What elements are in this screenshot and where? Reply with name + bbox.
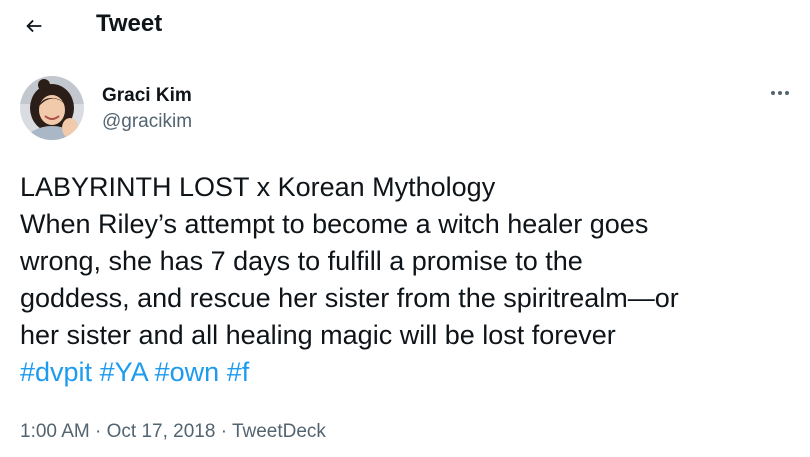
author-name[interactable]: Graci Kim [102,85,192,107]
tweet-date[interactable]: Oct 17, 2018 [107,421,216,442]
page-title: Tweet [96,10,163,37]
tweet-line: goddess, and rescue her sister from the … [20,283,679,313]
tweet-meta: 1:00 AM · Oct 17, 2018 · TweetDeck [20,420,326,444]
tweet-time[interactable]: 1:00 AM [20,421,90,442]
tweet-line: her sister and all healing magic will be… [20,320,616,350]
tweet-source[interactable]: TweetDeck [232,421,326,442]
avatar-photo [20,76,84,140]
hashtag-f[interactable]: #f [227,357,250,387]
arrow-left-icon [26,19,42,33]
hashtag-dvpit[interactable]: #dvpit [20,357,92,387]
back-button[interactable] [16,8,52,44]
tweet-text: LABYRINTH LOST x Korean Mythology When R… [20,169,805,391]
tweet-line: wrong, she has 7 days to fulfill a promi… [20,246,583,276]
more-button[interactable] [764,82,796,104]
hashtag-own[interactable]: #own [155,357,220,387]
hashtag-ya[interactable]: #YA [100,357,148,387]
tweet-line: LABYRINTH LOST x Korean Mythology [20,172,496,202]
meta-separator: · [220,421,228,442]
meta-separator: · [95,421,102,442]
author-handle[interactable]: @gracikim [102,110,192,134]
more-horizontal-icon [771,91,789,95]
avatar[interactable] [20,76,84,140]
tweet-header: Tweet [0,0,810,52]
hashtag-list: #dvpit #YA #own #f [20,354,805,391]
tweet-line: When Riley’s attempt to become a witch h… [20,209,649,239]
